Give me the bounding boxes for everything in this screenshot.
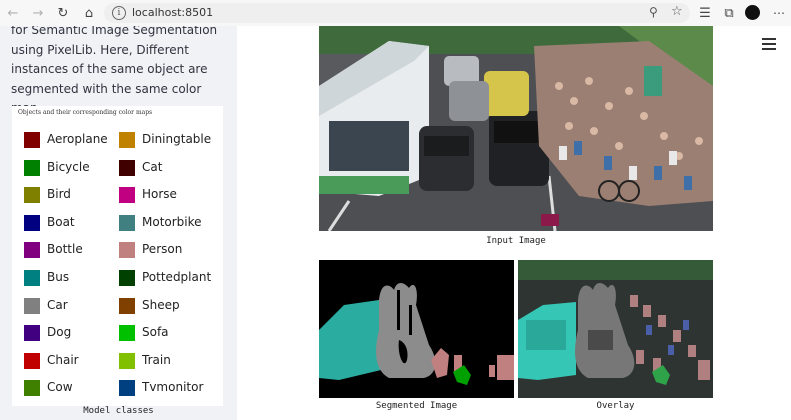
back-arrow-icon[interactable]: ← <box>4 4 22 22</box>
legend-label: Aeroplane <box>47 132 108 146</box>
legend-label: Bird <box>47 187 71 202</box>
color-swatch <box>119 242 135 259</box>
legend-label: Cat <box>142 159 163 174</box>
legend-label: Chair <box>47 352 79 367</box>
color-swatch <box>119 187 135 204</box>
legend-label: Person <box>142 242 183 257</box>
sidebar-description: for Semantic Image Segmentation using Pi… <box>11 26 218 115</box>
color-swatch <box>24 132 40 148</box>
legend-caption: Objects and their corresponding color ma… <box>18 109 153 116</box>
input-image-caption: Input Image <box>486 236 546 246</box>
zoom-icon[interactable]: ⚲ <box>649 5 658 19</box>
color-swatch <box>24 325 40 342</box>
legend-label: Boat <box>47 214 75 229</box>
main-content: Input Image Segmented Image Overlay <box>237 26 791 420</box>
info-icon[interactable]: i <box>112 6 126 20</box>
favorite-star-icon[interactable]: ☆ <box>671 4 683 19</box>
url-text[interactable]: localhost:8501 <box>132 6 213 19</box>
legend-label: Pottedplant <box>142 269 212 284</box>
legend-label: Tvmonitor <box>142 380 204 395</box>
segmented-image <box>319 260 514 398</box>
overlay-image <box>518 260 713 398</box>
legend-label: Diningtable <box>142 132 212 146</box>
color-swatch <box>119 159 135 176</box>
legend-label: Bicycle <box>47 159 90 174</box>
legend-label: Train <box>142 352 171 367</box>
legend-label: Bottle <box>47 242 83 257</box>
address-bar[interactable]: i localhost:8501 ⚲ ☆ <box>104 3 690 23</box>
legend-label: Motorbike <box>142 214 202 229</box>
color-swatch <box>119 132 135 148</box>
reload-icon[interactable]: ↻ <box>54 4 72 22</box>
legend-label: Sheep <box>142 297 180 312</box>
legend-label: Dog <box>47 325 72 340</box>
color-swatch <box>119 297 135 314</box>
color-swatch <box>24 269 40 286</box>
model-classes-caption: Model classes <box>83 406 154 416</box>
color-map-legend: Objects and their corresponding color ma… <box>12 106 223 406</box>
browser-toolbar: ← → ↻ ⌂ i localhost:8501 ⚲ ☆ ☰ ⧉ ⋯ <box>0 0 791 27</box>
home-icon[interactable]: ⌂ <box>80 4 98 22</box>
sidebar: for Semantic Image Segmentation using Pi… <box>0 26 237 420</box>
input-image <box>319 26 713 231</box>
color-swatch <box>119 325 135 342</box>
profile-avatar[interactable] <box>745 5 760 20</box>
favorites-bar-icon[interactable]: ☰ <box>696 4 714 22</box>
color-swatch <box>24 214 40 231</box>
color-swatch <box>24 352 40 369</box>
legend-label: Bus <box>47 269 70 284</box>
segmented-image-caption: Segmented Image <box>375 401 458 411</box>
color-swatch <box>119 269 135 286</box>
color-swatch <box>24 242 40 259</box>
color-swatch <box>24 187 40 204</box>
hamburger-menu-icon[interactable] <box>762 38 776 53</box>
color-swatch <box>119 214 135 231</box>
legend-label: Cow <box>47 380 73 395</box>
more-menu-icon[interactable]: ⋯ <box>770 4 788 22</box>
color-swatch <box>24 380 40 397</box>
color-swatch <box>119 352 135 369</box>
collections-icon[interactable]: ⧉ <box>720 4 738 22</box>
legend-label: Horse <box>142 187 177 202</box>
overlay-image-caption: Overlay <box>596 401 635 411</box>
legend-label: Sofa <box>142 325 169 340</box>
legend-label: Car <box>47 297 68 312</box>
forward-arrow-icon[interactable]: → <box>29 4 47 22</box>
color-swatch <box>24 159 40 176</box>
color-swatch <box>119 380 135 397</box>
color-swatch <box>24 297 40 314</box>
